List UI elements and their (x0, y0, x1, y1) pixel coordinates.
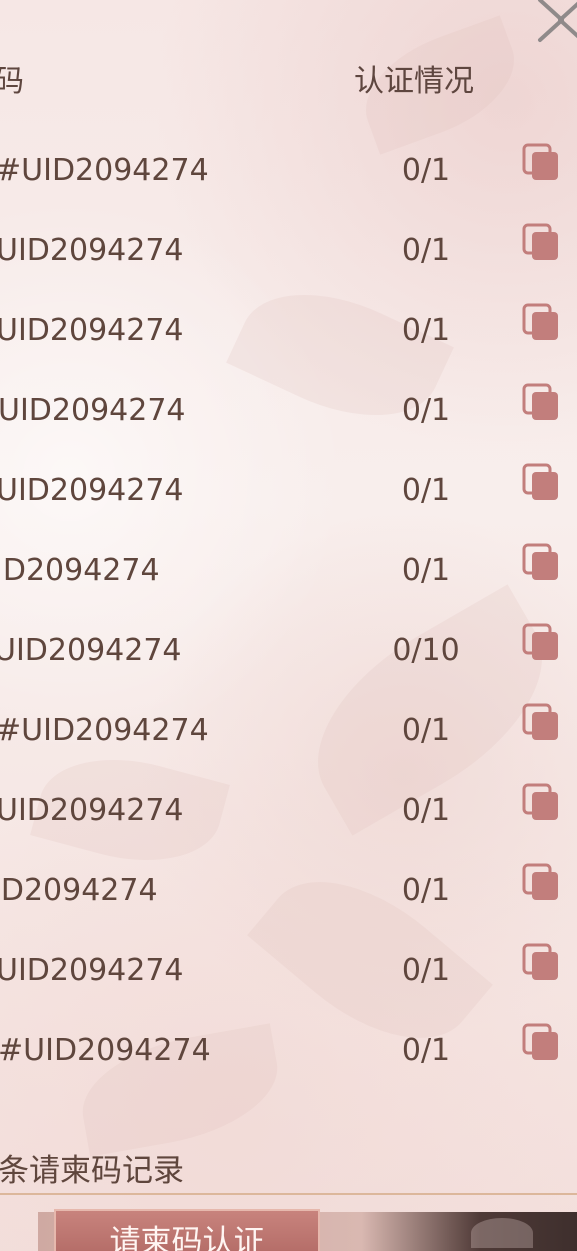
verification-status: 0/1 (401, 793, 451, 828)
verification-status: 0/10 (392, 633, 460, 668)
invitation-code: #UID2094274 (0, 153, 209, 188)
copy-icon[interactable] (521, 943, 561, 983)
table-row: UID2094274 0/1 (0, 783, 577, 843)
copy-icon[interactable] (521, 223, 561, 263)
column-header-code: 码 (0, 64, 24, 99)
verification-status: 0/1 (401, 953, 451, 988)
verification-status: 0/1 (401, 873, 451, 908)
close-icon (538, 0, 577, 42)
copy-icon[interactable] (521, 143, 561, 183)
invitation-code: UID2094274 (0, 953, 184, 988)
invitation-code: #UID2094274 (0, 713, 209, 748)
invitation-code-verify-button[interactable]: 请柬码认证 (54, 1209, 320, 1251)
verification-status: 0/1 (401, 153, 451, 188)
invitation-code: ID2094274 (0, 553, 160, 588)
verification-status: 0/1 (401, 713, 451, 748)
copy-icon[interactable] (521, 1023, 561, 1063)
invitation-code: UID2094274 (0, 473, 184, 508)
column-header-status: 认证情况 (354, 64, 474, 99)
table-row: ID2094274 0/1 (0, 543, 577, 603)
invitation-code: UID2094274 (0, 393, 186, 428)
table-row: #UID2094274 0/1 (0, 703, 577, 763)
verification-status: 0/1 (401, 393, 451, 428)
close-button[interactable] (530, 0, 577, 50)
copy-icon[interactable] (521, 623, 561, 663)
copy-icon[interactable] (521, 383, 561, 423)
copy-icon[interactable] (521, 863, 561, 903)
invitation-code: ID2094274 (0, 873, 158, 908)
copy-icon[interactable] (521, 543, 561, 583)
invitation-code: UID2094274 (0, 793, 184, 828)
table-row: UID2094274 0/1 (0, 303, 577, 363)
invitation-code: UID2094274 (0, 313, 184, 348)
verification-status: 0/1 (401, 233, 451, 268)
copy-icon[interactable] (521, 463, 561, 503)
footer-divider (0, 1193, 577, 1195)
verification-status: 0/1 (401, 313, 451, 348)
copy-icon[interactable] (521, 783, 561, 823)
verification-status: 0/1 (401, 553, 451, 588)
table-row: ID2094274 0/1 (0, 863, 577, 923)
verification-status: 0/1 (401, 1033, 451, 1068)
table-row: #UID2094274 0/1 (0, 143, 577, 203)
records-count-text: 条请柬码记录 (0, 1153, 184, 1189)
invitation-code: UID2094274 (0, 633, 182, 668)
table-row: UID2094274 0/10 (0, 623, 577, 683)
invitation-code: #UID2094274 (0, 1033, 211, 1068)
invitation-code: UID2094274 (0, 233, 184, 268)
table-row: UID2094274 0/1 (0, 383, 577, 443)
copy-icon[interactable] (521, 303, 561, 343)
verification-status: 0/1 (401, 473, 451, 508)
table-row: UID2094274 0/1 (0, 943, 577, 1003)
table-row: UID2094274 0/1 (0, 223, 577, 283)
table-row: UID2094274 0/1 (0, 463, 577, 523)
copy-icon[interactable] (521, 703, 561, 743)
table-row: #UID2094274 0/1 (0, 1023, 577, 1083)
